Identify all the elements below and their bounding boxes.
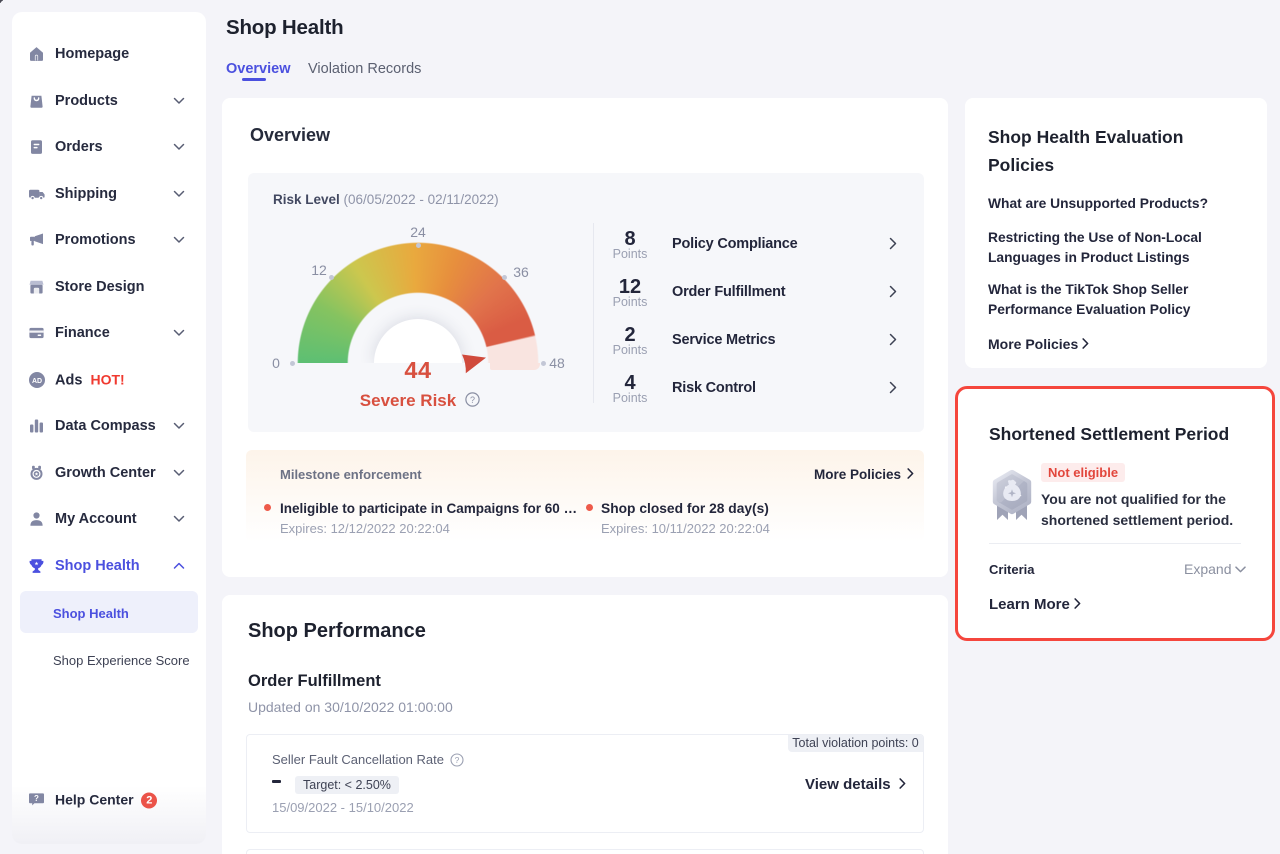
svg-text:?: ?: [470, 395, 475, 405]
svg-text:?: ?: [34, 794, 39, 803]
svg-text:AD: AD: [32, 378, 42, 385]
svg-text:?: ?: [454, 755, 459, 765]
